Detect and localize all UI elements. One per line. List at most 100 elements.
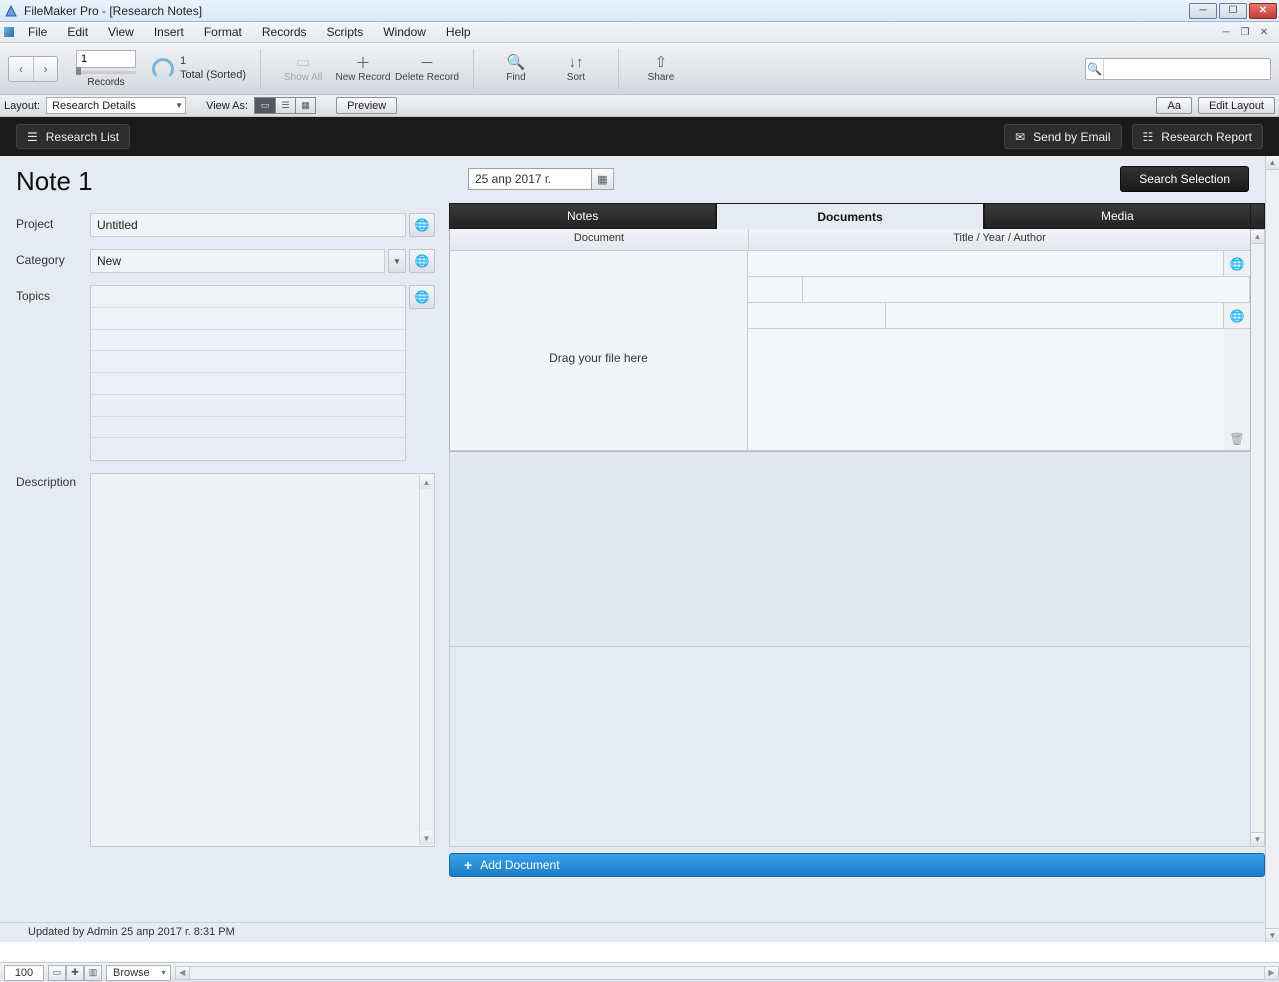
project-lookup-button[interactable]: 🌐 bbox=[409, 213, 435, 237]
record-number-input[interactable] bbox=[76, 50, 136, 68]
formatting-bar-toggle[interactable]: Aa bbox=[1156, 97, 1191, 114]
sort-button[interactable]: ↓↑ Sort bbox=[548, 54, 604, 83]
edit-layout-button[interactable]: Edit Layout bbox=[1198, 97, 1275, 114]
window-maximize-button[interactable]: ☐ bbox=[1219, 3, 1247, 19]
doc-author-input[interactable] bbox=[748, 303, 886, 328]
menu-help[interactable]: Help bbox=[436, 23, 481, 41]
records-label: Records bbox=[87, 77, 124, 88]
status-bar: 100 ▭ ✚ ▥ Browse ◀ ▶ bbox=[0, 962, 1279, 982]
note-title: Note 1 bbox=[16, 166, 448, 197]
view-as-buttons: ▭ ☰ ▦ bbox=[254, 97, 316, 114]
category-dropdown-button[interactable]: ▼ bbox=[388, 249, 406, 273]
tab-documents[interactable]: Documents bbox=[716, 203, 983, 229]
globe-icon: 🌐 bbox=[1230, 309, 1245, 323]
prev-record-button[interactable]: ‹ bbox=[9, 57, 33, 81]
window-close-button[interactable]: ✕ bbox=[1249, 3, 1277, 19]
doc-title-lookup[interactable]: 🌐 bbox=[1224, 251, 1250, 276]
delete-record-button[interactable]: － Delete Record bbox=[395, 54, 459, 83]
document-drop-zone[interactable]: Drag your file here bbox=[450, 251, 748, 451]
menu-window[interactable]: Window bbox=[373, 23, 436, 41]
scroll-right-icon: ▶ bbox=[1264, 967, 1278, 979]
menu-scripts[interactable]: Scripts bbox=[317, 23, 374, 41]
scroll-up-icon: ▲ bbox=[420, 475, 433, 489]
doc-delete-button[interactable]: 🗑 bbox=[1224, 329, 1250, 450]
find-icon: 🔍 bbox=[507, 54, 525, 70]
globe-icon: 🌐 bbox=[415, 218, 430, 232]
main-vertical-scrollbar[interactable]: ▲ ▼ bbox=[1265, 156, 1279, 942]
view-table-button[interactable]: ▦ bbox=[295, 98, 315, 113]
window-titlebar: FileMaker Pro - [Research Notes] ─ ☐ ✕ bbox=[0, 0, 1279, 22]
menu-insert[interactable]: Insert bbox=[144, 23, 194, 41]
menu-view[interactable]: View bbox=[98, 23, 144, 41]
zoom-out-button[interactable]: ▭ bbox=[48, 965, 66, 981]
category-lookup-button[interactable]: 🌐 bbox=[409, 249, 435, 273]
quick-find-input[interactable] bbox=[1104, 63, 1270, 75]
project-label: Project bbox=[16, 213, 82, 231]
doc-author2-input[interactable] bbox=[886, 303, 1224, 328]
preview-button[interactable]: Preview bbox=[336, 97, 397, 114]
record-number-block: Records bbox=[76, 50, 136, 88]
col-meta: Title / Year / Author bbox=[748, 229, 1250, 251]
toolbar-toggle-button[interactable]: ▥ bbox=[84, 965, 102, 981]
next-record-button[interactable]: › bbox=[33, 57, 57, 81]
mail-icon: ✉ bbox=[1015, 130, 1025, 144]
doc-author-lookup[interactable]: 🌐 bbox=[1224, 303, 1250, 328]
tab-media[interactable]: Media bbox=[984, 203, 1251, 229]
mdi-close-button[interactable]: ✕ bbox=[1256, 26, 1272, 38]
menu-format[interactable]: Format bbox=[194, 23, 252, 41]
window-minimize-button[interactable]: ─ bbox=[1189, 3, 1217, 19]
new-record-button[interactable]: ＋ New Record bbox=[335, 54, 391, 83]
zoom-level[interactable]: 100 bbox=[4, 965, 44, 981]
zoom-in-button[interactable]: ✚ bbox=[66, 965, 84, 981]
mode-selector[interactable]: Browse bbox=[106, 965, 171, 981]
research-report-button[interactable]: ☷ Research Report bbox=[1132, 124, 1263, 149]
send-by-email-button[interactable]: ✉ Send by Email bbox=[1004, 124, 1121, 149]
documents-scrollbar[interactable]: ▲ ▼ bbox=[1251, 229, 1265, 847]
find-button[interactable]: 🔍 Find bbox=[488, 54, 544, 83]
horizontal-scrollbar[interactable]: ◀ ▶ bbox=[175, 966, 1279, 980]
updated-by-line: Updated by Admin 25 апр 2017 г. 8:31 PM bbox=[0, 922, 1265, 942]
topics-label: Topics bbox=[16, 285, 82, 303]
description-scrollbar[interactable]: ▲ ▼ bbox=[419, 475, 433, 845]
menu-file[interactable]: File bbox=[18, 23, 57, 41]
menu-bar: File Edit View Insert Format Records Scr… bbox=[0, 22, 1279, 43]
view-form-button[interactable]: ▭ bbox=[255, 98, 275, 113]
scroll-up-icon: ▲ bbox=[1251, 230, 1264, 244]
documents-blank-area bbox=[449, 647, 1251, 847]
doc-extra-input[interactable] bbox=[803, 277, 1250, 302]
record-slider[interactable] bbox=[76, 71, 136, 74]
search-selection-button[interactable]: Search Selection bbox=[1120, 166, 1249, 192]
show-all-button[interactable]: ▭ Show All bbox=[275, 54, 331, 83]
menu-records[interactable]: Records bbox=[252, 23, 317, 41]
layout-value: Research Details bbox=[52, 100, 136, 112]
mdi-minimize-button[interactable]: ─ bbox=[1218, 26, 1234, 38]
category-input[interactable] bbox=[90, 249, 385, 273]
chevron-down-icon: ▼ bbox=[393, 257, 401, 266]
calendar-button[interactable]: ▦ bbox=[592, 168, 614, 190]
project-input[interactable] bbox=[90, 213, 406, 237]
research-list-button[interactable]: ☰ Research List bbox=[16, 124, 130, 149]
plus-icon: + bbox=[464, 857, 472, 873]
doc-title-input[interactable] bbox=[748, 251, 1224, 276]
topics-list[interactable] bbox=[90, 285, 406, 461]
layout-bar: Layout: Research Details ▼ View As: ▭ ☰ … bbox=[0, 95, 1279, 117]
scroll-left-icon: ◀ bbox=[176, 967, 190, 979]
document-icon bbox=[4, 27, 14, 37]
share-button[interactable]: ⇧ Share bbox=[633, 54, 689, 83]
menu-edit[interactable]: Edit bbox=[57, 23, 98, 41]
description-label: Description bbox=[16, 473, 82, 932]
topics-lookup-button[interactable]: 🌐 bbox=[409, 285, 435, 309]
window-title: FileMaker Pro - [Research Notes] bbox=[24, 4, 1183, 18]
date-input[interactable] bbox=[468, 168, 592, 190]
mdi-restore-button[interactable]: ❐ bbox=[1237, 26, 1253, 38]
description-textarea[interactable]: ▲ ▼ bbox=[90, 473, 435, 847]
layout-label: Layout: bbox=[4, 100, 40, 112]
quick-find[interactable]: 🔍 bbox=[1085, 58, 1271, 80]
doc-year-input[interactable] bbox=[748, 277, 803, 302]
doc-notes-input[interactable] bbox=[748, 329, 1224, 450]
app-icon bbox=[4, 4, 18, 18]
view-list-button[interactable]: ☰ bbox=[275, 98, 295, 113]
add-document-button[interactable]: + Add Document bbox=[449, 853, 1265, 877]
layout-selector[interactable]: Research Details ▼ bbox=[46, 97, 186, 114]
tab-notes[interactable]: Notes bbox=[449, 203, 716, 229]
